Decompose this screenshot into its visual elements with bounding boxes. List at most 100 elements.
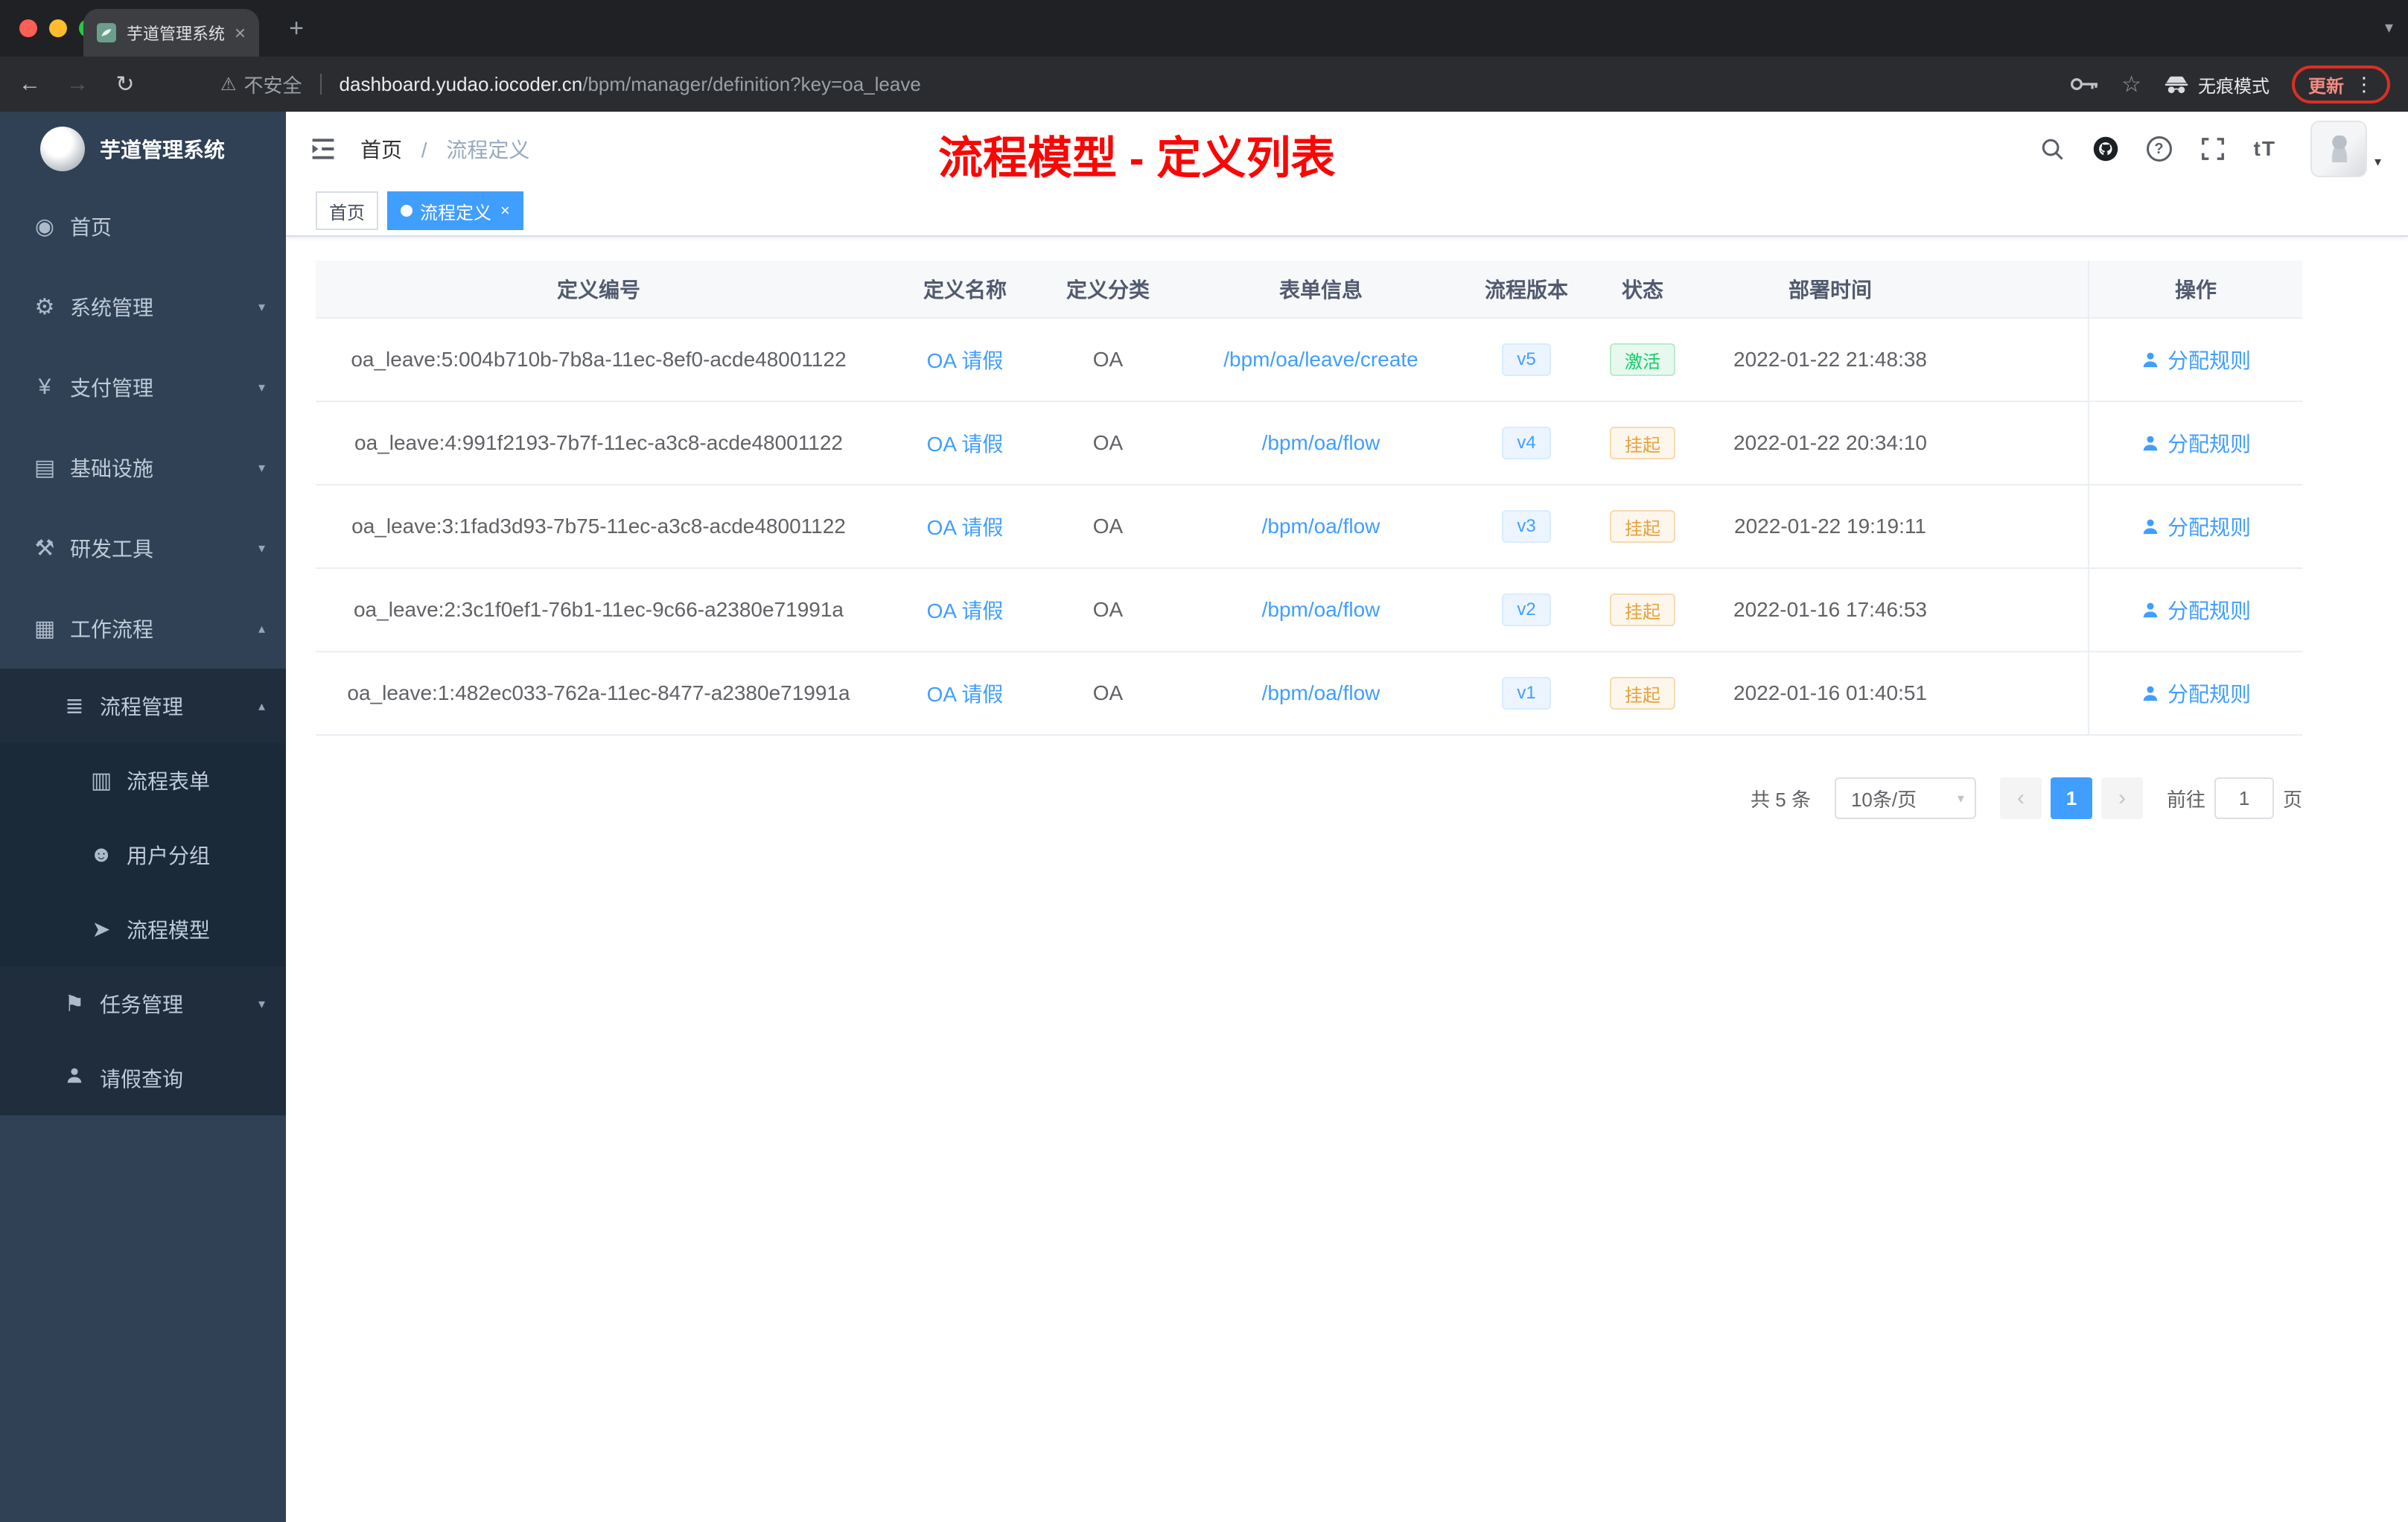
search-icon[interactable] — [2039, 136, 2065, 162]
site-security-chip[interactable]: ⚠ 不安全 — [220, 71, 302, 98]
sidebar-item-dev-tools[interactable]: ⚒ 研发工具 ▾ — [0, 508, 286, 588]
form-info-link[interactable]: /bpm/oa/flow — [1262, 431, 1380, 455]
assign-rule-link[interactable]: 分配规则 — [2141, 428, 2251, 458]
sidebar-item-process-form[interactable]: ▥ 流程表单 — [0, 743, 286, 818]
table-row: oa_leave:4:991f2193-7b7f-11ec-a3c8-acde4… — [316, 402, 2302, 485]
chevron-up-icon: ▴ — [258, 698, 265, 713]
sidebar-item-leave-query[interactable]: 请假查询 — [0, 1041, 286, 1115]
definition-name-link[interactable]: OA 请假 — [927, 595, 1004, 625]
browser-menu-icon[interactable]: ⋮ — [2354, 73, 2374, 96]
prev-page-button[interactable]: ‹ — [1999, 777, 2042, 819]
sidebar-logo: 芋道管理系统 — [0, 112, 286, 186]
site-favicon-icon — [97, 23, 116, 42]
cell-definition-id: oa_leave:1:482ec033-762a-11ec-8477-a2380… — [347, 681, 850, 704]
back-button[interactable]: ← — [18, 71, 42, 97]
forward-button[interactable]: → — [66, 71, 89, 97]
tab-close-icon[interactable]: × — [235, 22, 246, 45]
breadcrumb-current: 流程定义 — [446, 138, 530, 162]
version-tag: v4 — [1502, 427, 1551, 459]
definition-name-link[interactable]: OA 请假 — [927, 345, 1004, 375]
password-key-icon[interactable] — [2069, 75, 2099, 93]
new-tab-button[interactable]: + — [280, 12, 313, 45]
chevron-down-icon: ▾ — [258, 996, 265, 1011]
address-bar[interactable]: dashboard.yudao.iocoder.cn/bpm/manager/d… — [340, 73, 921, 96]
chevron-up-icon: ▴ — [258, 620, 265, 636]
reload-button[interactable]: ↻ — [113, 71, 137, 98]
sidebar-item-process-model[interactable]: ➤ 流程模型 — [0, 892, 286, 967]
navbar-actions: ? tT ▾ — [2039, 121, 2381, 177]
col-header-action: 操作 — [2088, 261, 2302, 317]
sidebar-toggle-icon[interactable] — [310, 136, 337, 162]
status-badge: 挂起 — [1610, 677, 1675, 710]
definition-table: 定义编号 定义名称 定义分类 表单信息 流程版本 状态 部署时间 操作 oa_l… — [316, 261, 2302, 736]
chevron-down-icon: ▾ — [1957, 791, 1964, 806]
table-row: oa_leave:5:004b710b-7b8a-11ec-8ef0-acde4… — [316, 319, 2302, 402]
fullscreen-icon[interactable] — [2200, 136, 2226, 162]
form-info-link[interactable]: /bpm/oa/flow — [1262, 598, 1380, 622]
assign-rule-link[interactable]: 分配规则 — [2141, 595, 2251, 625]
cell-deploy-time: 2022-01-16 01:40:51 — [1733, 681, 1927, 704]
app-window: 芋道管理系统 ◉ 首页 ⚙ 系统管理 ▾ ¥ 支付管理 ▾ ▤ 基础设施 ▾ ⚒… — [0, 112, 2408, 1522]
page-number-button[interactable]: 1 — [2050, 777, 2092, 819]
version-tag: v3 — [1502, 510, 1551, 543]
page-content: 定义编号 定义名称 定义分类 表单信息 流程版本 状态 部署时间 操作 oa_l… — [286, 237, 2408, 819]
person-icon — [2143, 602, 2158, 618]
sidebar-item-task-management[interactable]: ⚑ 任务管理 ▾ — [0, 967, 286, 1041]
task-flag-icon: ⚑ — [64, 991, 85, 1016]
window-minimize-button[interactable] — [49, 19, 67, 37]
person-icon — [2143, 686, 2158, 701]
browser-tab[interactable]: 芋道管理系统 × — [83, 9, 259, 57]
col-header-status: 状态 — [1621, 278, 1663, 302]
sidebar-item-infrastructure[interactable]: ▤ 基础设施 ▾ — [0, 427, 286, 508]
tag-process-definition[interactable]: 流程定义 × — [387, 191, 523, 230]
assign-rule-link[interactable]: 分配规则 — [2141, 678, 2251, 708]
sidebar-item-system-management[interactable]: ⚙ 系统管理 ▾ — [0, 267, 286, 347]
help-icon[interactable]: ? — [2146, 136, 2172, 162]
sidebar-item-home[interactable]: ◉ 首页 — [0, 186, 286, 267]
cell-deploy-time: 2022-01-22 21:48:38 — [1733, 348, 1927, 371]
cell-category: OA — [1092, 681, 1124, 704]
table-row: oa_leave:2:3c1f0ef1-76b1-11ec-9c66-a2380… — [316, 569, 2302, 652]
form-info-link[interactable]: /bpm/oa/flow — [1262, 515, 1380, 538]
sidebar-item-process-management[interactable]: ≣ 流程管理 ▴ — [0, 669, 286, 743]
sidebar-item-user-group[interactable]: ☻ 用户分组 — [0, 818, 286, 892]
sidebar-item-label: 用户分组 — [127, 844, 211, 867]
breadcrumb-home[interactable]: 首页 — [360, 138, 402, 162]
assign-rule-link[interactable]: 分配规则 — [2141, 345, 2251, 375]
goto-page-input[interactable] — [2214, 777, 2274, 819]
tab-strip: 芋道管理系统 × + ▾ — [0, 0, 2408, 57]
sidebar-item-workflow[interactable]: ▦ 工作流程 ▴ — [0, 588, 286, 669]
avatar[interactable] — [2310, 121, 2367, 177]
tag-home[interactable]: 首页 — [316, 191, 378, 230]
tag-close-icon[interactable]: × — [500, 201, 510, 220]
form-info-link[interactable]: /bpm/oa/leave/create — [1223, 348, 1418, 372]
user-avatar-menu[interactable]: ▾ — [2310, 121, 2381, 177]
page-size-value: 10条/页 — [1850, 788, 1917, 811]
definition-name-link[interactable]: OA 请假 — [927, 512, 1004, 541]
sidebar-item-label: 研发工具 — [70, 538, 154, 561]
sidebar-item-label: 工作流程 — [70, 618, 154, 641]
definition-name-link[interactable]: OA 请假 — [927, 428, 1004, 458]
form-info-link[interactable]: /bpm/oa/flow — [1262, 681, 1380, 705]
table-row: oa_leave:1:482ec033-762a-11ec-8477-a2380… — [316, 652, 2302, 736]
table-row: oa_leave:3:1fad3d93-7b75-11ec-a3c8-acde4… — [316, 485, 2302, 569]
tab-search-chevron-icon[interactable]: ▾ — [2385, 18, 2393, 37]
url-path: /bpm/manager/definition?key=oa_leave — [582, 72, 921, 95]
assign-rule-link[interactable]: 分配规则 — [2141, 512, 2251, 541]
person-icon — [2143, 352, 2158, 368]
bookmark-star-icon[interactable]: ☆ — [2121, 71, 2141, 98]
font-size-icon[interactable]: tT — [2254, 137, 2276, 161]
window-close-button[interactable] — [19, 19, 37, 37]
definition-name-link[interactable]: OA 请假 — [927, 678, 1004, 708]
github-icon[interactable] — [2093, 136, 2118, 162]
next-page-button[interactable]: › — [2100, 777, 2143, 819]
address-divider — [319, 74, 322, 95]
sidebar-item-payment-management[interactable]: ¥ 支付管理 ▾ — [0, 347, 286, 427]
toolbar-right: ☆ 无痕模式 更新 ⋮ — [2069, 65, 2390, 104]
browser-update-button[interactable]: 更新 ⋮ — [2292, 65, 2390, 104]
incognito-icon — [2165, 76, 2188, 94]
page-size-select[interactable]: 10条/页 ▾ — [1834, 777, 1976, 819]
breadcrumb-separator: / — [421, 138, 427, 162]
